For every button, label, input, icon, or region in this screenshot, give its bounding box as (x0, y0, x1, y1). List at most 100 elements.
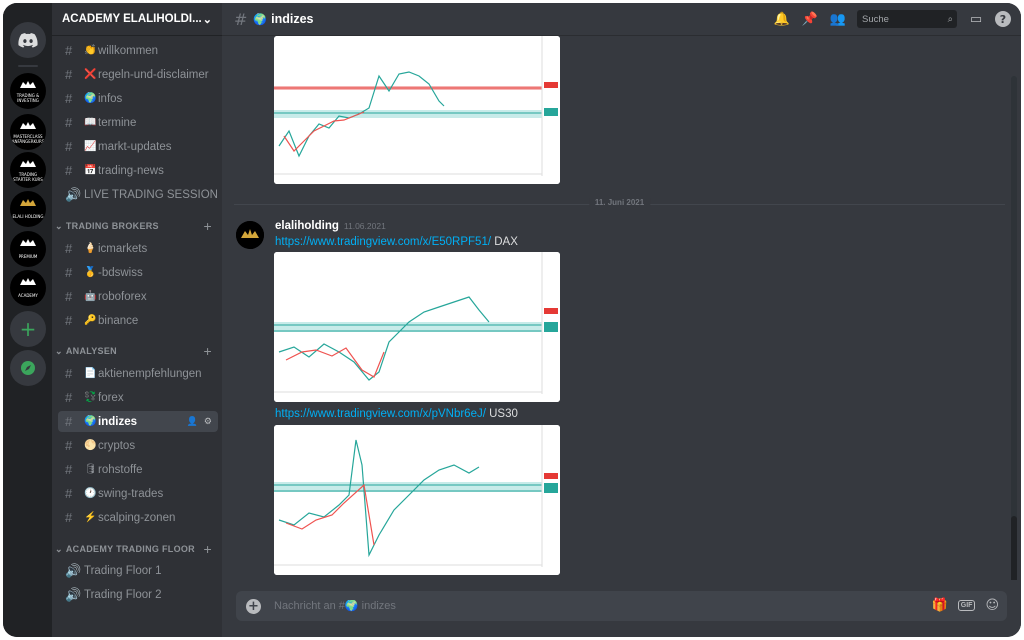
text-channel-icon: # (65, 438, 73, 453)
category-trading-brokers[interactable]: ⌄ TRADING BROKERS + (52, 218, 222, 234)
channel-header: # 🌍 indizes 🔔 📌 👥 Suche ⌕ ▭ ? (222, 3, 1021, 36)
server-icon-academy[interactable]: ACADEMY (10, 270, 46, 306)
message-composer: + 🎁 GIF ☺ (236, 591, 1007, 621)
help-icon[interactable]: ? (995, 11, 1011, 27)
plus-icon: + (19, 317, 37, 341)
channel-cryptos[interactable]: # 🌕 cryptos (58, 435, 218, 456)
create-channel-icon[interactable]: + (204, 343, 212, 359)
text-channel-icon: # (65, 139, 73, 154)
channel-infos[interactable]: # 🌍 infos (58, 88, 218, 109)
channel-scalping-zonen[interactable]: # ⚡ scalping-zonen (58, 507, 218, 528)
channel-indizes[interactable]: # 🌍 indizes 👤 ⚙ (58, 411, 218, 432)
chart-image-dax[interactable] (274, 252, 560, 402)
inbox-icon[interactable]: ▭ (967, 10, 985, 28)
category-analysen[interactable]: ⌄ ANALYSEN + (52, 343, 222, 359)
pin-icon[interactable]: 📌 (801, 10, 819, 28)
invite-user-icon[interactable]: 👤 (187, 416, 198, 427)
channel-markt-updates[interactable]: # 📈 markt-updates (58, 136, 218, 157)
channel-forex[interactable]: # 💱 forex (58, 387, 218, 408)
chart-screenshot (274, 36, 560, 184)
scrollbar-thumb[interactable] (1011, 516, 1017, 580)
search-icon: ⌕ (947, 13, 953, 25)
message-scrollbar[interactable] (1011, 76, 1017, 580)
bull-bear-icon (20, 81, 36, 88)
channel-rohstoffe[interactable]: # 🛢 rohstoffe (58, 459, 218, 480)
voice-channel-live-trading[interactable]: 🔊 LIVE TRADING SESSION (58, 184, 218, 205)
server-icon-premium[interactable]: PREMIUM (10, 231, 46, 267)
channel-swing-trades[interactable]: # 🕐 swing-trades (58, 483, 218, 504)
message-list: 11. Juni 2021 elaliholding 11.06.2021 htt… (222, 36, 1021, 580)
chevron-icon: ⌄ (55, 543, 63, 554)
text-channel-icon: # (65, 313, 73, 328)
members-icon[interactable]: 👥 (829, 10, 847, 28)
text-channel-icon: # (65, 289, 73, 304)
server-list: TRADING & INVESTING MASTERCLASS ANFÄNGER… (3, 3, 53, 637)
chevron-icon: ⌄ (55, 345, 63, 356)
category-academy-trading-floor[interactable]: ⌄ ACADEMY TRADING FLOOR + (52, 541, 222, 557)
message-line-us30: https://www.tradingview.com/x/pVNbr6eJ/ … (275, 408, 518, 420)
channel-emoji: 🌍 (253, 12, 268, 26)
add-server-button[interactable]: + (10, 311, 46, 347)
text-channel-icon: # (65, 91, 73, 106)
server-icon-starter-kurs[interactable]: TRADING STARTER KURS (10, 152, 46, 188)
explore-servers-button[interactable] (10, 350, 46, 386)
bull-bear-icon (20, 160, 36, 167)
create-channel-icon[interactable]: + (204, 541, 212, 557)
server-header[interactable]: ACADEMY ELALIHOLDI... ⌄ (52, 3, 222, 36)
upload-plus-button[interactable]: + (246, 598, 261, 614)
channel-bdswiss[interactable]: # 🥇 -bdswiss (58, 262, 218, 283)
tradingview-link-us30[interactable]: https://www.tradingview.com/x/pVNbr6eJ/ (275, 408, 486, 420)
compass-icon (21, 361, 35, 375)
message-input[interactable] (274, 600, 774, 612)
message-line-dax: https://www.tradingview.com/x/E50RPF51/ … (275, 236, 518, 248)
bell-icon[interactable]: 🔔 (773, 10, 791, 28)
gift-icon[interactable]: 🎁 (932, 598, 948, 613)
create-channel-icon[interactable]: + (204, 218, 212, 234)
channel-willkommen[interactable]: # 👏 willkommen (58, 40, 218, 61)
channel-termine[interactable]: # 📖 termine (58, 112, 218, 133)
channel-title: indizes (271, 12, 314, 26)
text-channel-icon: # (65, 265, 73, 280)
channel-icmarkets[interactable]: # 🍦 icmarkets (58, 238, 218, 259)
chart-screenshot (274, 252, 560, 402)
bull-bear-icon (20, 199, 36, 206)
text-channel-icon: # (65, 390, 73, 405)
channel-trading-news[interactable]: # 📅 trading-news (58, 160, 218, 181)
channel-roboforex[interactable]: # 🤖 roboforex (58, 286, 218, 307)
message-timestamp: 11.06.2021 (343, 221, 386, 231)
server-icon-masterclass[interactable]: MASTERCLASS ANFÄNGERKURS (10, 114, 46, 150)
tradingview-link-dax[interactable]: https://www.tradingview.com/x/E50RPF51/ (275, 236, 491, 248)
gear-icon[interactable]: ⚙ (204, 416, 212, 427)
discord-home-button[interactable] (10, 22, 46, 58)
discord-logo-icon (18, 32, 38, 48)
channel-binance[interactable]: # 🔑 binance (58, 310, 218, 331)
date-divider: 11. Juni 2021 (234, 198, 1005, 207)
emoji-icon[interactable]: ☺ (985, 598, 999, 613)
text-channel-icon: # (65, 462, 73, 477)
avatar[interactable] (236, 221, 264, 249)
server-icon-elali-holding[interactable]: ELALI HOLDING (10, 191, 46, 227)
server-name: ACADEMY ELALIHOLDI... (62, 13, 202, 25)
message-author[interactable]: elaliholding 11.06.2021 (275, 220, 386, 232)
server-icon-trading-investing[interactable]: TRADING & INVESTING (10, 73, 46, 109)
chevron-icon: ⌄ (55, 220, 63, 231)
bull-bear-icon (20, 122, 36, 129)
chart-image-us30[interactable] (274, 425, 560, 575)
bull-bear-icon (236, 221, 264, 249)
gif-button[interactable]: GIF (957, 600, 976, 611)
search-input[interactable]: Suche ⌕ (857, 10, 957, 28)
text-channel-icon: # (65, 67, 73, 82)
chart-image-previous[interactable] (274, 36, 560, 184)
speaker-icon: 🔊 (65, 562, 82, 578)
text-channel-icon: # (65, 486, 73, 501)
channel-aktienempfehlungen[interactable]: # 📄 aktienempfehlungen (58, 363, 218, 384)
text-channel-icon: # (65, 414, 73, 429)
text-channel-icon: # (65, 43, 73, 58)
voice-channel-floor-2[interactable]: 🔊 Trading Floor 2 (58, 584, 218, 605)
voice-channel-floor-1[interactable]: 🔊 Trading Floor 1 (58, 560, 218, 581)
text-channel-icon: # (65, 510, 73, 525)
speaker-icon: 🔊 (65, 186, 82, 202)
channel-regeln[interactable]: # ❌ regeln-und-disclaimer (58, 64, 218, 85)
text-channel-icon: # (65, 115, 73, 130)
text-channel-icon: # (234, 9, 248, 29)
